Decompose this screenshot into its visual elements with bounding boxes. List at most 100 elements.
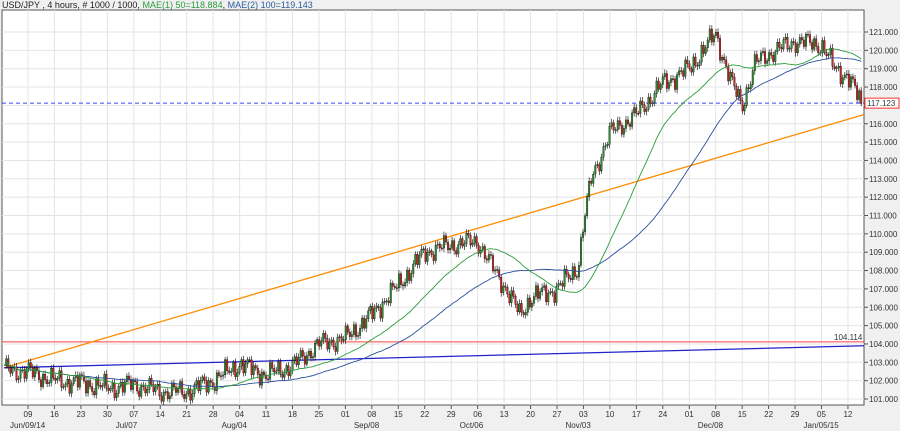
candle-body bbox=[107, 387, 110, 391]
candle-body bbox=[416, 254, 419, 265]
candle-body bbox=[696, 65, 699, 67]
candle-body bbox=[475, 236, 478, 246]
x-tick-label: 22 bbox=[764, 410, 773, 419]
candle-body bbox=[661, 76, 664, 85]
y-tick-label: 104.000 bbox=[869, 340, 898, 349]
candle-body bbox=[831, 47, 834, 67]
candle-body bbox=[518, 303, 521, 313]
x-tick-label: 03 bbox=[579, 410, 588, 419]
candle-body bbox=[455, 250, 458, 255]
candle-body bbox=[375, 305, 378, 309]
candle-body bbox=[89, 380, 92, 387]
candle-body bbox=[60, 370, 63, 388]
candle-body bbox=[397, 273, 400, 289]
candle-body bbox=[436, 243, 439, 246]
candle-body bbox=[328, 341, 331, 350]
x-month-label: Nov/03 bbox=[565, 421, 591, 430]
candle-body bbox=[242, 359, 245, 374]
candle-body bbox=[428, 250, 431, 253]
candle-body bbox=[522, 312, 525, 316]
candle-body bbox=[678, 70, 681, 75]
candle-body bbox=[44, 374, 47, 380]
candle-body bbox=[314, 343, 317, 357]
candle-body bbox=[9, 367, 12, 374]
candle-body bbox=[438, 243, 441, 249]
x-tick-label: 29 bbox=[447, 410, 456, 419]
candle-body bbox=[267, 378, 269, 381]
candle-body bbox=[355, 324, 357, 337]
candle-body bbox=[573, 266, 576, 277]
x-tick-label: 16 bbox=[50, 410, 59, 419]
candle-body bbox=[805, 34, 807, 47]
candle-body bbox=[743, 105, 746, 112]
candle-body bbox=[334, 346, 337, 352]
candle-body bbox=[774, 51, 777, 62]
y-tick-label: 121.000 bbox=[869, 28, 898, 37]
candle-body bbox=[645, 109, 648, 112]
candle-body bbox=[29, 362, 32, 368]
x-tick-label: 09 bbox=[24, 410, 33, 419]
candle-body bbox=[610, 122, 613, 127]
x-tick-label: 04 bbox=[235, 410, 244, 419]
candle-body bbox=[132, 380, 134, 390]
candle-body bbox=[17, 378, 20, 380]
y-tick-label: 107.000 bbox=[869, 285, 898, 294]
candle-body bbox=[128, 375, 130, 380]
candle-body bbox=[260, 371, 263, 386]
candle-body bbox=[811, 42, 814, 50]
candle-body bbox=[749, 84, 752, 90]
x-tick-label: 18 bbox=[288, 410, 297, 419]
candle-body bbox=[686, 59, 689, 64]
candle-body bbox=[567, 273, 570, 279]
candle-body bbox=[254, 365, 257, 369]
x-tick-label: 24 bbox=[658, 410, 667, 419]
candle-body bbox=[504, 285, 507, 288]
candle-body bbox=[739, 89, 742, 102]
candle-body bbox=[688, 63, 691, 69]
candle-body bbox=[721, 57, 724, 61]
candle-body bbox=[710, 28, 713, 43]
x-tick-label: 15 bbox=[738, 410, 747, 419]
candle-body bbox=[469, 234, 472, 246]
candle-body bbox=[424, 248, 427, 262]
candle-body bbox=[735, 85, 738, 97]
candle-body bbox=[541, 287, 544, 292]
candle-body bbox=[344, 325, 347, 340]
candle-body bbox=[657, 80, 660, 90]
price-chart[interactable]: 101.000 102.000 103.000 104.000 105.000 106.0… bbox=[0, 0, 900, 431]
candle-body bbox=[430, 250, 433, 255]
y-tick-label: 106.000 bbox=[869, 303, 898, 312]
candle-body bbox=[551, 291, 554, 293]
x-tick-label: 22 bbox=[420, 410, 429, 419]
candle-body bbox=[549, 291, 552, 294]
x-month-label: Sep/08 bbox=[354, 421, 380, 430]
candle-body bbox=[586, 196, 589, 217]
candle-body bbox=[473, 236, 476, 244]
candle-body bbox=[287, 365, 290, 376]
candle-body bbox=[481, 246, 484, 251]
candle-body bbox=[766, 60, 769, 64]
candle-body bbox=[453, 240, 456, 251]
candle-body bbox=[33, 367, 36, 378]
candle-body bbox=[412, 263, 415, 274]
candle-body bbox=[500, 276, 503, 293]
x-month-label: Jan/05/15 bbox=[804, 421, 840, 430]
candle-body bbox=[670, 78, 672, 83]
x-tick-label: 07 bbox=[129, 410, 138, 419]
x-tick-label: 30 bbox=[103, 410, 112, 419]
candle-body bbox=[526, 297, 529, 313]
candle-body bbox=[320, 340, 323, 347]
y-tick-label: 116.000 bbox=[869, 120, 898, 129]
candle-body bbox=[616, 120, 619, 131]
candle-body bbox=[359, 328, 362, 336]
candle-body bbox=[757, 60, 760, 62]
candle-body bbox=[633, 107, 636, 114]
candle-body bbox=[753, 54, 756, 71]
candle-body bbox=[324, 333, 327, 339]
candle-body bbox=[543, 285, 546, 288]
candle-body bbox=[506, 287, 509, 295]
candle-body bbox=[708, 28, 711, 41]
candle-body bbox=[813, 38, 816, 50]
candle-body bbox=[101, 385, 104, 388]
y-tick-label: 108.000 bbox=[869, 267, 898, 276]
